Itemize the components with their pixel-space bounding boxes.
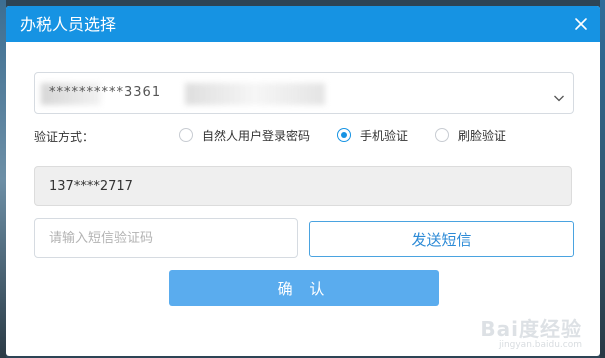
chevron-down-icon[interactable] bbox=[553, 88, 565, 102]
background-right bbox=[600, 0, 605, 358]
phone-number-field: 137****2717 bbox=[34, 166, 572, 206]
radio-circle[interactable] bbox=[337, 128, 351, 142]
sms-code-input[interactable] bbox=[34, 218, 298, 258]
verify-method-label: 验证方式： bbox=[34, 130, 95, 144]
account-select-value: **********3361 bbox=[49, 85, 162, 100]
radio-face[interactable]: 刷脸验证 bbox=[435, 127, 506, 143]
radio-label: 自然人用户登录密码 bbox=[202, 128, 311, 143]
radio-phone[interactable]: 手机验证 bbox=[337, 127, 408, 143]
dialog-titlebar: 办税人员选择 bbox=[6, 6, 600, 42]
close-icon[interactable] bbox=[574, 17, 588, 31]
baidu-watermark: Bai度经验 jingyan.baidu.com bbox=[480, 313, 582, 350]
radio-label: 手机验证 bbox=[360, 128, 409, 143]
send-sms-button[interactable]: 发送短信 bbox=[309, 221, 574, 257]
confirm-button[interactable]: 确 认 bbox=[169, 270, 439, 306]
radio-circle[interactable] bbox=[435, 128, 449, 142]
dialog-title: 办税人员选择 bbox=[20, 15, 117, 34]
account-select[interactable]: **********3361 bbox=[34, 72, 574, 114]
watermark-main: Bai度经验 bbox=[480, 317, 582, 341]
tax-personnel-dialog: 办税人员选择 **********3361 验证方式： 自然人用户登录密码 手机… bbox=[6, 6, 600, 356]
phone-number-value: 137****2717 bbox=[49, 179, 133, 194]
radio-circle[interactable] bbox=[179, 128, 193, 142]
radio-label: 刷脸验证 bbox=[458, 128, 507, 143]
radio-password[interactable]: 自然人用户登录密码 bbox=[179, 127, 310, 143]
redaction-blur bbox=[185, 83, 325, 105]
